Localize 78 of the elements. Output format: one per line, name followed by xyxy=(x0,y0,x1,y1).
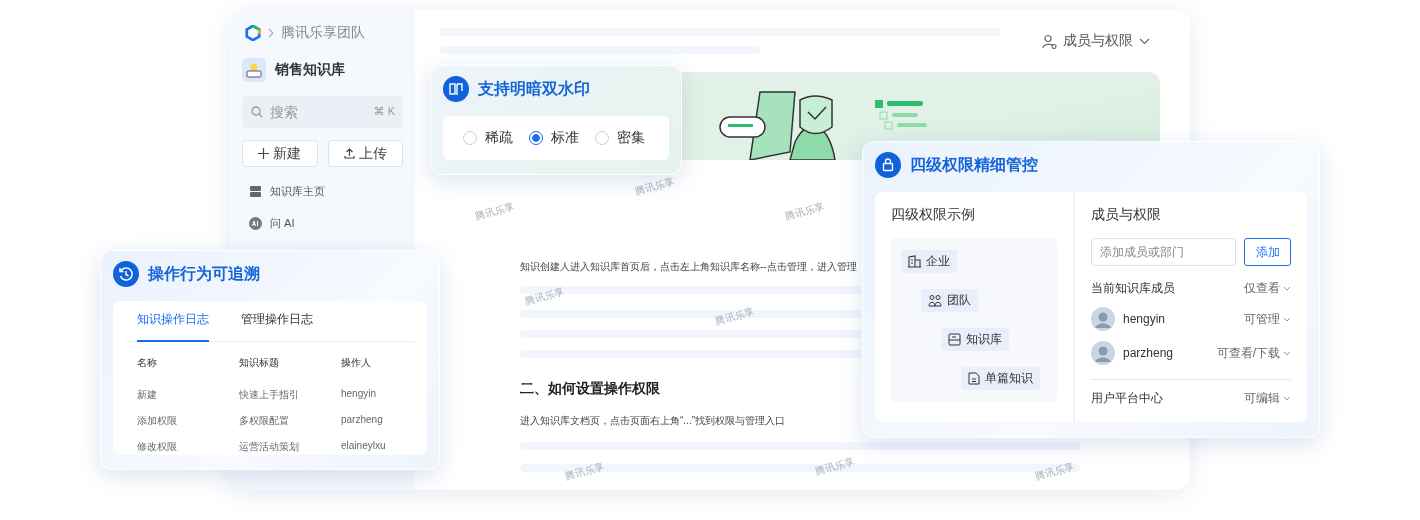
watermark-text: 腾讯乐享 xyxy=(523,285,567,309)
table-cell-text: 添加权限 xyxy=(137,414,178,428)
member-input[interactable]: 添加成员或部门 xyxy=(1091,238,1236,266)
permission-dropdown[interactable]: 可查看/下载 xyxy=(1216,344,1291,362)
permission-dropdown[interactable]: 可编辑 xyxy=(1244,390,1291,407)
upload-button[interactable]: 上传 xyxy=(327,140,403,167)
watermark-text: 腾讯乐享 xyxy=(1033,460,1077,484)
nav-item[interactable]: 知识库主页 xyxy=(249,184,403,199)
column-header: 名称 xyxy=(137,356,158,370)
group-label: 当前知识库成员 xyxy=(1091,280,1176,297)
tree-node: 企业 xyxy=(901,250,957,273)
table-cell-text: elaineylxu xyxy=(341,440,387,453)
ai-icon xyxy=(249,217,262,230)
add-button[interactable]: 添加 xyxy=(1244,238,1291,266)
tree-node: 知识库 xyxy=(941,328,1009,351)
building-icon xyxy=(908,255,921,268)
table-cell-text: 快速上手指引 xyxy=(239,388,300,402)
document-icon xyxy=(968,372,980,385)
paragraph: 进入知识库文档页，点击页面右上角“...”找到权限与管理入口 xyxy=(520,414,785,428)
chevron-down-icon xyxy=(1283,316,1291,322)
shortcut-hint: ⌘ K xyxy=(373,105,395,118)
chevron-down-icon xyxy=(1139,37,1150,45)
search-icon xyxy=(251,106,263,118)
watermark-text: 腾讯乐享 xyxy=(633,175,677,199)
density-radio[interactable]: 密集 xyxy=(595,129,645,147)
chevron-down-icon xyxy=(1283,350,1291,356)
lock-icon xyxy=(875,152,901,178)
database-icon xyxy=(249,185,262,198)
watermark-text: 腾讯乐享 xyxy=(713,305,757,329)
knowledge-base-icon xyxy=(242,58,266,82)
avatar xyxy=(1091,307,1115,331)
team-link[interactable]: 腾讯乐享团队 xyxy=(281,24,365,42)
chevron-right-icon xyxy=(268,28,274,38)
knowledge-base-name: 销售知识库 xyxy=(275,61,345,79)
checklist-drawing xyxy=(874,99,928,130)
paragraph: 知识创建人进入知识库首页后，点击左上角知识库名称--点击管理，进入管理 xyxy=(520,260,857,274)
table-cell-text: 修改权限 xyxy=(137,440,178,454)
tree-node: 团队 xyxy=(921,289,978,312)
density-radio[interactable]: 标准 xyxy=(529,129,579,147)
logo-icon xyxy=(245,25,261,41)
permission-dropdown[interactable]: 可管理 xyxy=(1244,310,1291,328)
watermark-text: 腾讯乐享 xyxy=(563,460,607,484)
user-settings-icon xyxy=(1042,33,1057,49)
watermark-text: 腾讯乐享 xyxy=(473,200,517,224)
radio-circle[interactable] xyxy=(529,131,543,145)
table-cell-text: 新建 xyxy=(137,388,158,402)
platform-label: 用户平台中心 xyxy=(1091,390,1164,407)
history-icon xyxy=(113,261,139,287)
avatar xyxy=(1091,341,1115,365)
watermark-text: 腾讯乐享 xyxy=(783,200,827,224)
card-title: 支持明暗双水印 xyxy=(478,78,590,99)
table-cell-text: parzheng xyxy=(341,414,384,427)
tree-node: 单篇知识 xyxy=(961,367,1040,390)
chevron-down-icon xyxy=(1283,396,1291,401)
new-button[interactable]: 新建 xyxy=(242,140,318,167)
column-header: 知识标题 xyxy=(239,356,280,370)
member-name: parzheng xyxy=(1123,346,1175,360)
column-header: 操作人 xyxy=(341,356,372,370)
log-tab[interactable]: 知识操作日志 xyxy=(137,301,209,342)
section-title: 成员与权限 xyxy=(1091,206,1162,224)
table-cell-text: hengyin xyxy=(341,388,378,401)
density-radio[interactable]: 稀疏 xyxy=(463,129,513,147)
log-tab[interactable]: 管理操作日志 xyxy=(241,301,313,342)
section-title: 四级权限示例 xyxy=(891,206,976,224)
watermark-text: 腾讯乐享 xyxy=(813,455,857,479)
table-cell-text: 运营活动策划 xyxy=(239,440,300,454)
people-icon xyxy=(928,294,942,307)
upload-icon xyxy=(343,148,355,159)
card-title: 操作行为可追溯 xyxy=(148,263,260,284)
members-menu[interactable]: 成员与权限 xyxy=(1042,32,1150,50)
card-title: 四级权限精细管控 xyxy=(910,154,1038,175)
table-cell-text: 多权限配置 xyxy=(239,414,290,428)
chevron-down-icon xyxy=(1283,286,1291,291)
permission-dropdown[interactable]: 仅查看 xyxy=(1244,280,1291,297)
plus-icon xyxy=(258,148,270,159)
member-name: hengyin xyxy=(1123,312,1167,326)
inbox-icon xyxy=(948,333,961,346)
nav-item[interactable]: 问 AI xyxy=(249,216,403,231)
